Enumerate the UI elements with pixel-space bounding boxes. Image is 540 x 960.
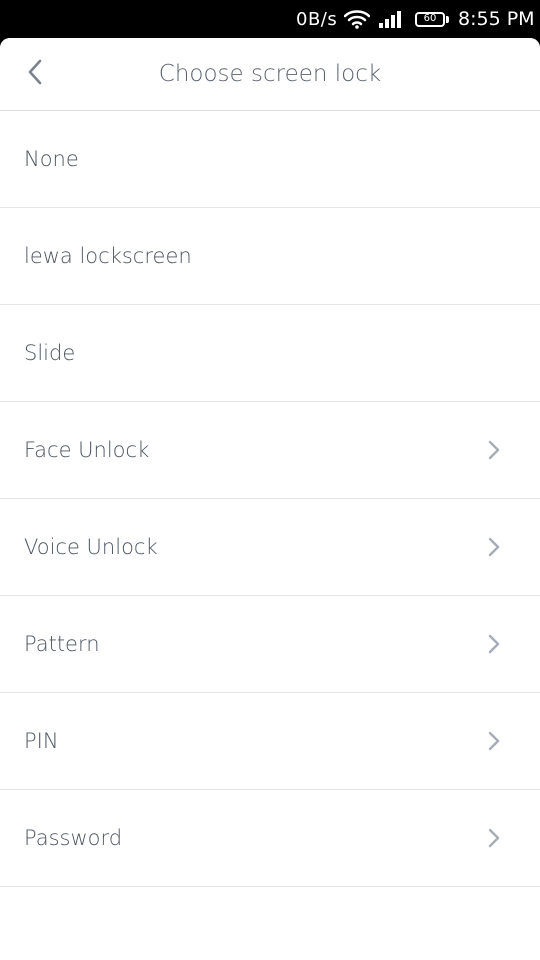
network-speed: 0B/s xyxy=(296,8,338,30)
battery-icon: 60 xyxy=(415,0,449,38)
option-label: None xyxy=(24,147,79,171)
wifi-icon xyxy=(344,0,370,38)
battery-tip xyxy=(446,15,449,23)
status-bar: 0B/s 60 8:55 PM xyxy=(0,0,540,38)
option-label: Password xyxy=(24,826,123,850)
chevron-right-icon xyxy=(486,730,502,752)
option-lewa-lockscreen[interactable]: lewa lockscreen xyxy=(0,208,540,305)
option-slide[interactable]: Slide xyxy=(0,305,540,402)
battery-level: 60 xyxy=(415,11,445,27)
chevron-right-icon xyxy=(486,536,502,558)
option-label: lewa lockscreen xyxy=(24,244,192,268)
chevron-right-icon xyxy=(486,439,502,461)
option-password[interactable]: Password xyxy=(0,790,540,887)
option-voice-unlock[interactable]: Voice Unlock xyxy=(0,499,540,596)
screen: Choose screen lock None lewa lockscreen … xyxy=(0,38,540,960)
chevron-right-icon xyxy=(486,633,502,655)
option-pattern[interactable]: Pattern xyxy=(0,596,540,693)
chevron-right-icon xyxy=(486,827,502,849)
option-label: PIN xyxy=(24,729,59,753)
option-face-unlock[interactable]: Face Unlock xyxy=(0,402,540,499)
clock: 8:55 PM xyxy=(458,8,535,30)
option-label: Pattern xyxy=(24,632,100,656)
app-bar: Choose screen lock xyxy=(0,38,540,111)
option-none[interactable]: None xyxy=(0,111,540,208)
page-title: Choose screen lock xyxy=(158,61,382,87)
option-label: Face Unlock xyxy=(24,438,150,462)
cell-signal-icon xyxy=(378,0,402,38)
option-pin[interactable]: PIN xyxy=(0,693,540,790)
option-label: Slide xyxy=(24,341,76,365)
lock-options-list: None lewa lockscreen Slide Face Unlock V… xyxy=(0,111,540,887)
option-label: Voice Unlock xyxy=(24,535,158,559)
